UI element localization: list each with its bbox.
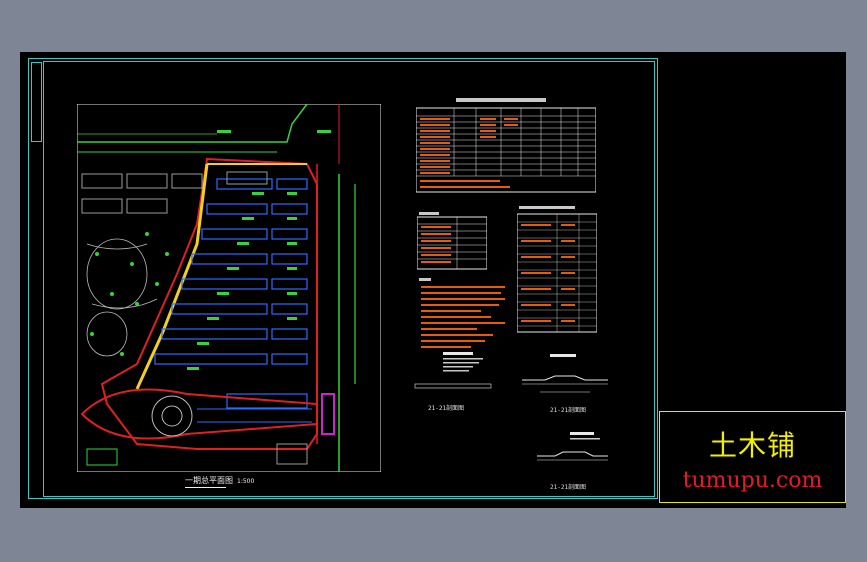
binding-margin-strip	[31, 62, 42, 142]
logo-url: tumupu.com	[682, 468, 823, 493]
table1-cells	[420, 118, 518, 188]
section-label-2: 21-21剖面图	[550, 407, 587, 414]
plan-title-text: 一期总平面图	[185, 476, 233, 485]
drawing-sheet: 一期总平面图 1:500 21-21剖面图 21-21剖面图 21-21剖面图 …	[20, 52, 846, 508]
design-notes	[419, 278, 505, 348]
existing-buildings	[81, 171, 308, 465]
road-edge-top	[77, 104, 308, 143]
section-detail-1	[414, 352, 492, 389]
table-unit-schedule	[517, 206, 597, 333]
table-economic-indicators	[416, 98, 596, 193]
plan-title: 一期总平面图 1:500	[185, 475, 255, 488]
section-detail-3	[537, 432, 608, 461]
logo-name: 土木铺	[708, 429, 796, 462]
section-detail-2	[522, 354, 608, 393]
table1-title	[456, 98, 546, 102]
table-legend	[417, 212, 487, 270]
section-label-3: 21-21剖面图	[550, 484, 587, 491]
main-road-diagonal	[135, 163, 209, 390]
site-plan-drawing	[77, 104, 381, 472]
bottom-building	[86, 448, 118, 466]
entrance-plaza	[80, 388, 335, 440]
section-label-1: 21-21剖面图	[428, 405, 465, 412]
building-labels	[187, 130, 331, 370]
watermark-logo: 土木铺 tumupu.com	[659, 411, 846, 503]
park-trees	[90, 232, 169, 356]
park-area	[86, 238, 158, 357]
plan-scale: 1:500	[237, 478, 255, 485]
